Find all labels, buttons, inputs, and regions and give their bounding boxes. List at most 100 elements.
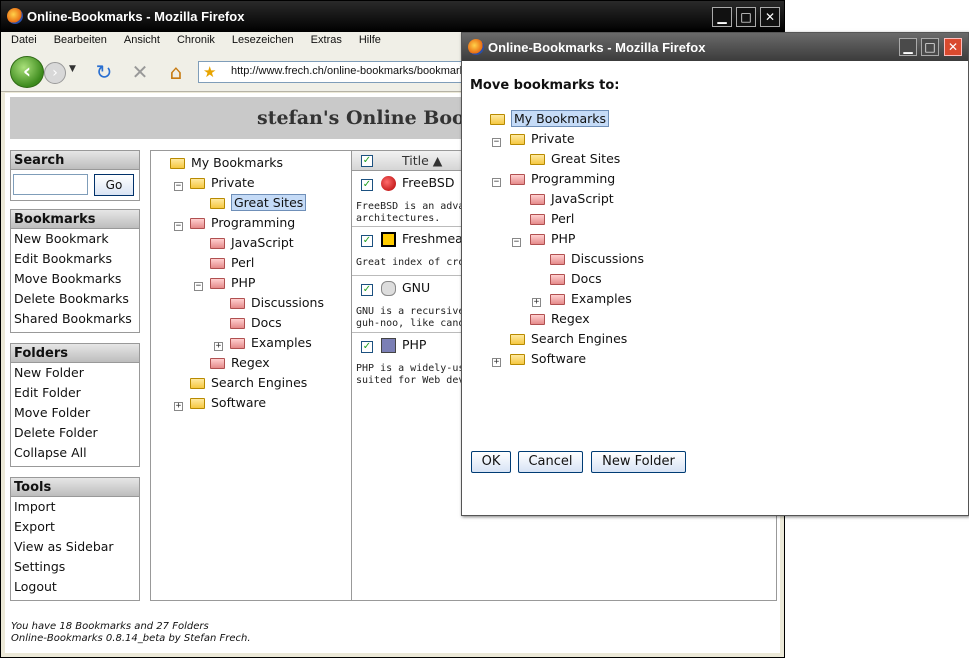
- ok-button[interactable]: OK: [471, 451, 511, 473]
- bookmark-title[interactable]: PHP: [402, 337, 426, 352]
- tree-item-programming[interactable]: Programming: [190, 214, 295, 234]
- tools-box: Tools Import Export View as Sidebar Sett…: [10, 477, 140, 601]
- dialog-tree-great-sites[interactable]: Great Sites: [530, 150, 620, 170]
- dialog-tree-software[interactable]: Software: [510, 350, 586, 370]
- move-bookmarks-link[interactable]: Move Bookmarks: [11, 269, 139, 289]
- dialog-tree-search-engines[interactable]: Search Engines: [510, 330, 627, 350]
- bookmark-title[interactable]: FreeBSD: [402, 175, 454, 190]
- logout-link[interactable]: Logout: [11, 577, 139, 597]
- dialog-tree-examples[interactable]: Examples: [550, 290, 632, 310]
- tree-item-software[interactable]: Software: [190, 394, 266, 414]
- dialog-tree-private[interactable]: Private: [510, 130, 575, 150]
- dialog-tree-discussions[interactable]: Discussions: [550, 250, 644, 270]
- dialog-tree-programming[interactable]: Programming: [510, 170, 615, 190]
- collapse-icon[interactable]: −: [174, 182, 183, 191]
- tree-item-my-bookmarks[interactable]: My Bookmarks: [170, 154, 283, 174]
- menu-datei[interactable]: Datei: [1, 32, 44, 46]
- maximize-button[interactable]: □: [736, 7, 756, 27]
- menu-ansicht[interactable]: Ansicht: [114, 32, 167, 46]
- menu-hilfe[interactable]: Hilfe: [349, 32, 388, 46]
- dialog-maximize-button[interactable]: □: [921, 38, 939, 56]
- select-all-checkbox[interactable]: ✓: [361, 155, 373, 167]
- home-icon[interactable]: ⌂: [164, 60, 188, 84]
- edit-bookmarks-link[interactable]: Edit Bookmarks: [11, 249, 139, 269]
- tree-item-php[interactable]: PHP: [210, 274, 255, 294]
- footer-stats: You have 18 Bookmarks and 27 Folders: [11, 621, 209, 632]
- bookmark-checkbox[interactable]: ✓: [361, 284, 373, 296]
- dialog-close-button[interactable]: ✕: [944, 38, 962, 56]
- tree-item-docs[interactable]: Docs: [230, 314, 282, 334]
- settings-link[interactable]: Settings: [11, 557, 139, 577]
- folders-box-title: Folders: [11, 344, 139, 363]
- history-dropdown-icon[interactable]: ▼: [69, 64, 76, 74]
- collapse-all-link[interactable]: Collapse All: [11, 443, 139, 463]
- tree-item-javascript[interactable]: JavaScript: [210, 234, 294, 254]
- menu-bearbeiten[interactable]: Bearbeiten: [44, 32, 114, 46]
- folder-icon: [170, 158, 185, 169]
- search-input[interactable]: [13, 174, 88, 195]
- collapse-icon[interactable]: −: [512, 238, 521, 247]
- dialog-tree-perl[interactable]: Perl: [530, 210, 574, 230]
- bookmark-title[interactable]: Freshmea: [402, 231, 463, 246]
- page-footer: You have 18 Bookmarks and 27 Folders Onl…: [11, 621, 251, 645]
- new-folder-link[interactable]: New Folder: [11, 363, 139, 383]
- title-column-header[interactable]: Title ▲: [402, 153, 442, 168]
- bookmark-checkbox[interactable]: ✓: [361, 341, 373, 353]
- menu-extras[interactable]: Extras: [301, 32, 349, 46]
- url-text: http://www.frech.ch/online-bookmarks/boo…: [231, 65, 491, 77]
- dialog-tree-regex[interactable]: Regex: [530, 310, 590, 330]
- new-bookmark-link[interactable]: New Bookmark: [11, 229, 139, 249]
- minimize-button[interactable]: ▁: [712, 7, 732, 27]
- folder-icon: [550, 254, 565, 265]
- new-folder-button[interactable]: New Folder: [591, 451, 686, 473]
- go-button[interactable]: Go: [94, 174, 134, 196]
- tree-item-discussions[interactable]: Discussions: [230, 294, 324, 314]
- tree-item-regex[interactable]: Regex: [210, 354, 270, 374]
- expand-icon[interactable]: +: [492, 358, 501, 367]
- dialog-tree-javascript[interactable]: JavaScript: [530, 190, 614, 210]
- tree-item-examples[interactable]: Examples: [230, 334, 312, 354]
- export-link[interactable]: Export: [11, 517, 139, 537]
- dialog-tree-my-bookmarks[interactable]: My Bookmarks: [490, 110, 609, 130]
- expand-icon[interactable]: +: [214, 342, 223, 351]
- delete-folder-link[interactable]: Delete Folder: [11, 423, 139, 443]
- tree-item-search-engines[interactable]: Search Engines: [190, 374, 307, 394]
- cancel-button[interactable]: Cancel: [518, 451, 583, 473]
- dialog-minimize-button[interactable]: ▁: [899, 38, 917, 56]
- tree-item-great-sites[interactable]: Great Sites: [210, 194, 307, 214]
- url-bar[interactable]: ★ http://www.frech.ch/online-bookmarks/b…: [198, 61, 498, 83]
- dialog-tree-php[interactable]: PHP: [530, 230, 575, 250]
- dialog-tree-docs[interactable]: Docs: [550, 270, 602, 290]
- folder-icon: [210, 258, 225, 269]
- collapse-icon[interactable]: −: [492, 138, 501, 147]
- collapse-icon[interactable]: −: [194, 282, 203, 291]
- expand-icon[interactable]: +: [532, 298, 541, 307]
- move-bookmarks-dialog: Online-Bookmarks - Mozilla Firefox ▁ □ ✕…: [461, 32, 969, 516]
- tree-item-private[interactable]: Private: [190, 174, 255, 194]
- edit-folder-link[interactable]: Edit Folder: [11, 383, 139, 403]
- bookmark-checkbox[interactable]: ✓: [361, 235, 373, 247]
- close-button[interactable]: ✕: [760, 7, 780, 27]
- menu-chronik[interactable]: Chronik: [167, 32, 222, 46]
- reload-icon[interactable]: ↻: [92, 60, 116, 84]
- menu-lesezeichen[interactable]: Lesezeichen: [222, 32, 301, 46]
- stop-icon[interactable]: ✕: [128, 60, 152, 84]
- bookmark-checkbox[interactable]: ✓: [361, 179, 373, 191]
- tree-item-perl[interactable]: Perl: [210, 254, 254, 274]
- import-link[interactable]: Import: [11, 497, 139, 517]
- folder-icon: [210, 238, 225, 249]
- bookmark-title[interactable]: GNU: [402, 280, 430, 295]
- back-arrow-icon[interactable]: ‹: [10, 56, 44, 88]
- bookmark-star-icon[interactable]: ★: [203, 63, 216, 81]
- forward-arrow-icon[interactable]: ›: [44, 62, 66, 84]
- expand-icon[interactable]: +: [174, 402, 183, 411]
- folder-icon: [490, 114, 505, 125]
- view-as-sidebar-link[interactable]: View as Sidebar: [11, 537, 139, 557]
- shared-bookmarks-link[interactable]: Shared Bookmarks: [11, 309, 139, 329]
- collapse-icon[interactable]: −: [174, 222, 183, 231]
- freebsd-favicon: [381, 176, 396, 191]
- collapse-icon[interactable]: −: [492, 178, 501, 187]
- delete-bookmarks-link[interactable]: Delete Bookmarks: [11, 289, 139, 309]
- folders-box: Folders New Folder Edit Folder Move Fold…: [10, 343, 140, 467]
- move-folder-link[interactable]: Move Folder: [11, 403, 139, 423]
